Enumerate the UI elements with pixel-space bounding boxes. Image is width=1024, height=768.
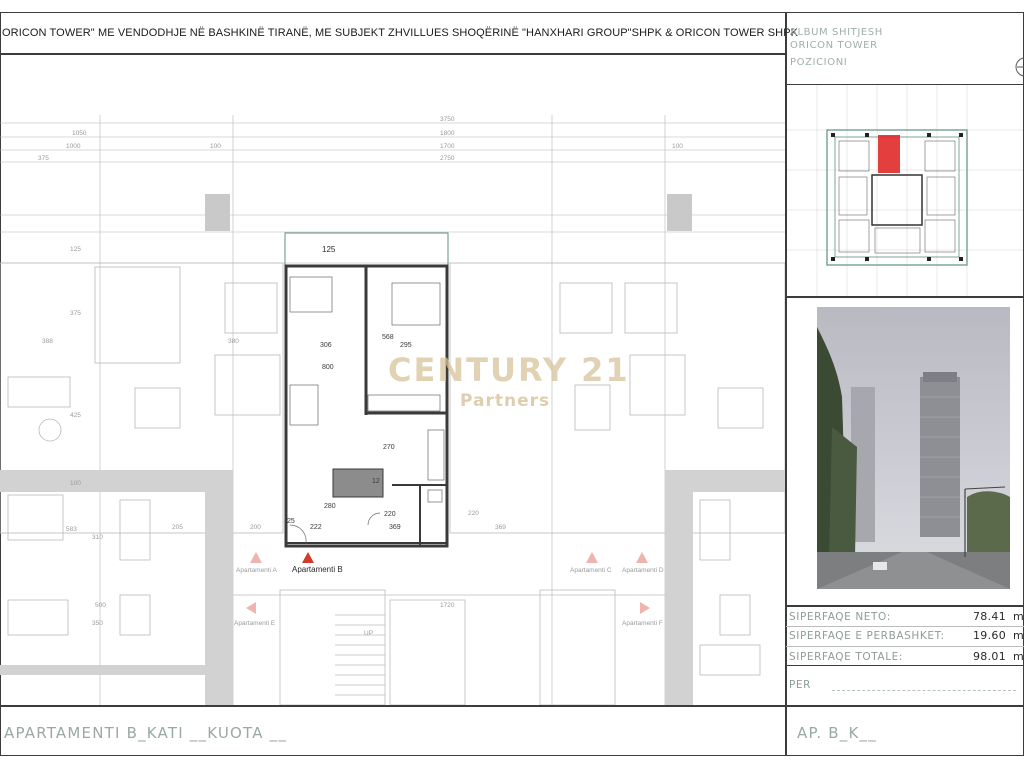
svg-text:125: 125 xyxy=(70,246,81,253)
position-label: POZICIONI xyxy=(790,57,848,68)
area-value-common: 19.60 xyxy=(973,629,1006,642)
dim-1050: 1050 xyxy=(72,130,87,137)
per-label: PER xyxy=(789,679,812,691)
svg-text:200: 200 xyxy=(250,524,261,531)
area-divider-1 xyxy=(786,626,1024,627)
north-arrow-icon xyxy=(1015,57,1024,77)
dim-2750: 2750 xyxy=(440,155,455,162)
apartment-a-label: Apartamenti A xyxy=(236,567,277,574)
footer-apartment-title: APARTAMENTI B_KATI __KUOTA __ xyxy=(4,724,288,742)
svg-text:800: 800 xyxy=(322,364,334,371)
svg-text:1720: 1720 xyxy=(440,602,455,609)
svg-text:350: 350 xyxy=(92,620,103,627)
tower-photo xyxy=(817,307,1010,589)
watermark-brand: CENTURY 21 xyxy=(388,351,630,389)
svg-text:500: 500 xyxy=(95,602,106,609)
apartment-d-label: Apartamenti D xyxy=(622,567,664,574)
apartment-highlight xyxy=(878,135,900,173)
svg-text:205: 205 xyxy=(172,524,183,531)
apartment-c-label: Apartamenti C xyxy=(570,567,612,574)
apartment-f-label: Apartamenti F xyxy=(622,620,663,627)
apartment-b-marker xyxy=(302,552,314,563)
apartment-b-label: Apartamenti B xyxy=(292,565,343,574)
svg-text:568: 568 xyxy=(382,334,394,341)
svg-text:369: 369 xyxy=(495,524,506,531)
svg-text:306: 306 xyxy=(320,342,332,349)
svg-text:375: 375 xyxy=(70,310,81,317)
balcony-outline xyxy=(284,232,449,266)
watermark-sub: Partners xyxy=(460,391,550,411)
svg-text:270: 270 xyxy=(383,444,395,451)
per-blank-line xyxy=(832,690,1016,691)
apartment-e-marker xyxy=(246,602,256,614)
area-label-common: SIPERFAQE E PERBASHKET: xyxy=(789,630,945,642)
svg-text:25: 25 xyxy=(287,518,295,525)
apartment-e-label: Apartamenti E xyxy=(234,620,276,627)
column-left xyxy=(205,194,230,231)
area-unit-total: m xyxy=(1013,650,1024,663)
stair-up-label: UP xyxy=(364,630,373,637)
svg-text:280: 280 xyxy=(324,503,336,510)
apartment-a-marker xyxy=(250,552,262,563)
column-right xyxy=(667,194,692,231)
dim-balcony-125: 125 xyxy=(322,245,336,254)
apartment-d-marker xyxy=(636,552,648,563)
album-title: ALBUM SHITJESH xyxy=(790,27,883,38)
dim-100-b: 100 xyxy=(672,143,683,150)
area-unit-net: m xyxy=(1013,610,1024,623)
area-value-total: 98.01 xyxy=(973,650,1006,663)
svg-text:220: 220 xyxy=(384,511,396,518)
area-value-net: 78.41 xyxy=(973,610,1006,623)
svg-text:295: 295 xyxy=(400,342,412,349)
dim-1000: 1000 xyxy=(66,143,81,150)
apartment-f-marker xyxy=(640,602,650,614)
area-divider-2 xyxy=(786,646,1024,647)
footer-code: AP. B_K__ xyxy=(797,724,877,742)
dim-1700: 1700 xyxy=(440,143,455,150)
dim-375: 375 xyxy=(38,155,49,162)
area-label-net: SIPERFAQE NETO: xyxy=(789,611,891,623)
dim-3750: 3750 xyxy=(440,116,455,123)
apartment-c-marker xyxy=(586,552,598,563)
dim-1800: 1800 xyxy=(440,130,455,137)
neighbour-core-walls xyxy=(0,470,785,705)
svg-text:388: 388 xyxy=(42,338,53,345)
svg-text:220: 220 xyxy=(468,510,479,517)
svg-text:369: 369 xyxy=(389,524,401,531)
album-subtitle: ORICON TOWER xyxy=(790,40,878,51)
apartment-b-walls xyxy=(284,264,449,548)
svg-text:222: 222 xyxy=(310,524,322,531)
svg-text:310: 310 xyxy=(92,534,103,541)
svg-text:100: 100 xyxy=(70,480,81,487)
key-plan xyxy=(787,85,1023,296)
header-title: ORICON TOWER" ME VENDODHJE NË BASHKINË T… xyxy=(2,27,799,39)
floor-plan: 3750 1800 1700 2750 1050 1000 375 100 10… xyxy=(0,115,785,705)
area-label-total: SIPERFAQE TOTALE: xyxy=(789,651,904,663)
svg-text:380: 380 xyxy=(228,338,239,345)
svg-text:12: 12 xyxy=(372,478,380,485)
dim-100-a: 100 xyxy=(210,143,221,150)
svg-text:425: 425 xyxy=(70,412,81,419)
svg-text:583: 583 xyxy=(66,526,77,533)
area-unit-common: m xyxy=(1013,629,1024,642)
